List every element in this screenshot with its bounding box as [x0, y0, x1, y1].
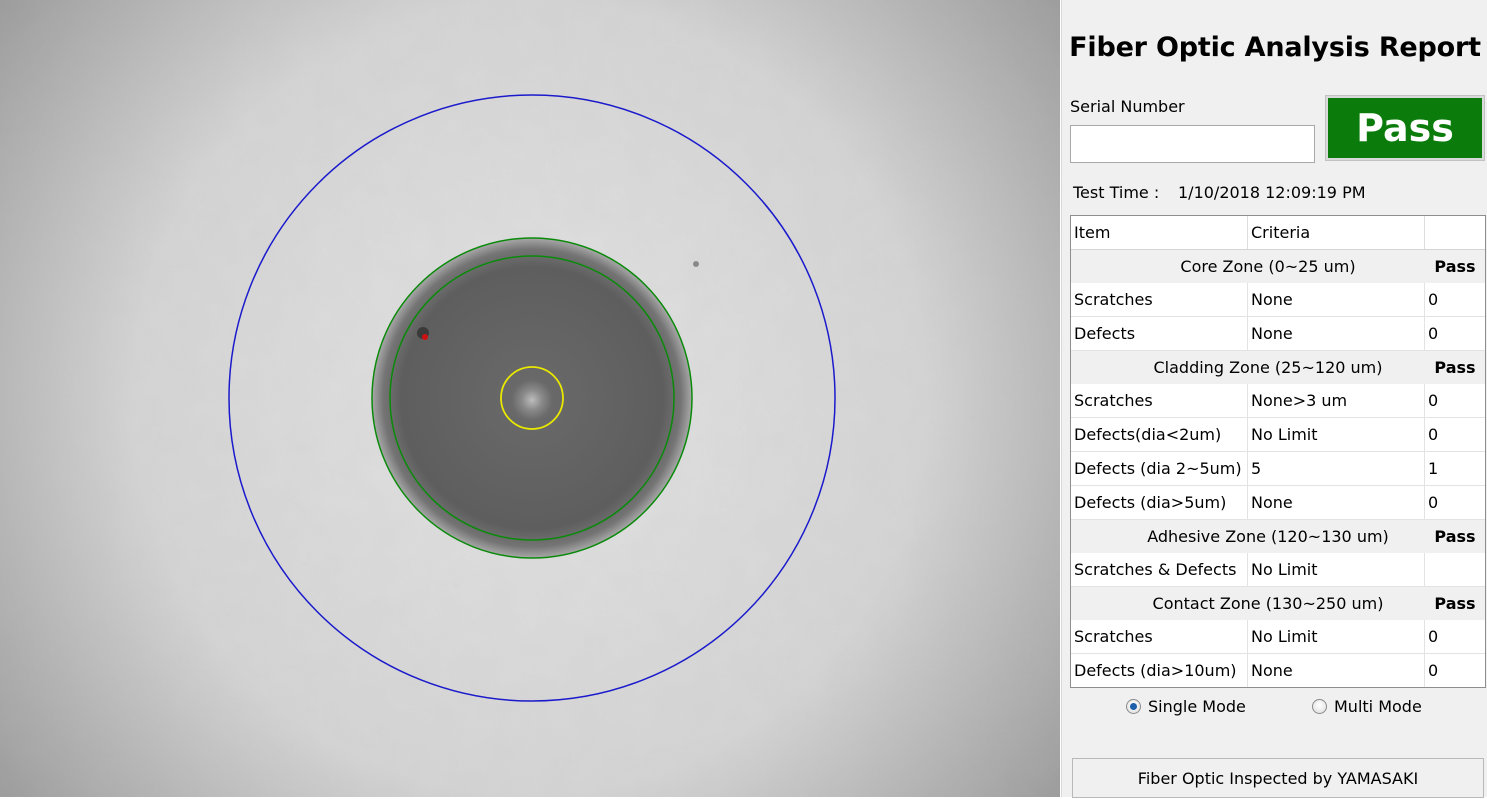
- test-time-label: Test Time :: [1073, 183, 1160, 202]
- table-row: Defects None 0: [1071, 317, 1485, 351]
- table-row: Defects (dia>5um) None 0: [1071, 486, 1485, 520]
- row-item: Defects(dia<2um): [1071, 418, 1248, 451]
- table-row: Scratches None>3 um 0: [1071, 384, 1485, 418]
- row-criteria: None: [1248, 486, 1425, 519]
- zone-row-adhesive: Adhesive Zone (120~130 um) Pass: [1071, 520, 1485, 553]
- single-mode-option[interactable]: Single Mode: [1126, 697, 1246, 716]
- zone-name: Adhesive Zone (120~130 um): [1147, 527, 1389, 546]
- row-criteria: None>3 um: [1248, 384, 1425, 417]
- zone-row-core: Core Zone (0~25 um) Pass: [1071, 250, 1485, 283]
- row-count: 0: [1428, 493, 1439, 512]
- fiber-image-canvas: [0, 0, 1060, 797]
- row-criteria: None: [1248, 283, 1425, 316]
- criteria-table: Item Criteria Core Zone (0~25 um) Pass S…: [1070, 215, 1486, 688]
- row-criteria: 5: [1248, 452, 1425, 485]
- row-count: 0: [1428, 425, 1439, 444]
- multi-mode-option[interactable]: Multi Mode: [1312, 697, 1422, 716]
- row-item: Scratches: [1071, 384, 1248, 417]
- row-criteria: No Limit: [1248, 553, 1425, 586]
- multi-mode-radio[interactable]: [1312, 699, 1327, 714]
- inspector-footer: Fiber Optic Inspected by YAMASAKI: [1072, 758, 1484, 798]
- report-title: Fiber Optic Analysis Report: [1069, 32, 1481, 63]
- row-item: Defects (dia>10um): [1071, 654, 1248, 687]
- table-row: Defects (dia>10um) None 0: [1071, 654, 1485, 687]
- row-criteria: None: [1248, 654, 1425, 687]
- column-header-result: [1425, 216, 1485, 249]
- fiber-end-face-image: [0, 0, 1060, 797]
- row-criteria: No Limit: [1248, 620, 1425, 653]
- row-count: 0: [1428, 324, 1439, 343]
- table-header: Item Criteria: [1071, 216, 1485, 250]
- analysis-report-panel: Fiber Optic Analysis Report Serial Numbe…: [1061, 0, 1487, 798]
- zone-result: Pass: [1434, 257, 1476, 276]
- table-row: Defects (dia 2~5um) 5 1: [1071, 452, 1485, 486]
- row-count: 0: [1428, 391, 1439, 410]
- row-criteria: None: [1248, 317, 1425, 350]
- row-item: Scratches & Defects: [1071, 553, 1248, 586]
- table-row: Scratches None 0: [1071, 283, 1485, 317]
- row-item: Defects (dia 2~5um): [1071, 452, 1248, 485]
- zone-result: Pass: [1434, 527, 1476, 546]
- column-header-criteria: Criteria: [1248, 216, 1425, 249]
- table-row: Scratches No Limit 0: [1071, 620, 1485, 654]
- row-count: 0: [1428, 661, 1439, 680]
- zone-name: Core Zone (0~25 um): [1180, 257, 1356, 276]
- zone-result: Pass: [1434, 358, 1476, 377]
- zone-result: Pass: [1434, 594, 1476, 613]
- zone-name: Contact Zone (130~250 um): [1152, 594, 1384, 613]
- row-count: 0: [1428, 627, 1439, 646]
- row-criteria: No Limit: [1248, 418, 1425, 451]
- row-item: Scratches: [1071, 283, 1248, 316]
- core-region: [510, 378, 554, 422]
- table-row: Defects(dia<2um) No Limit 0: [1071, 418, 1485, 452]
- row-item: Scratches: [1071, 620, 1248, 653]
- multi-mode-label: Multi Mode: [1334, 697, 1422, 716]
- serial-number-label: Serial Number: [1070, 97, 1185, 116]
- table-row: Scratches & Defects No Limit: [1071, 553, 1485, 587]
- row-item: Defects (dia>5um): [1071, 486, 1248, 519]
- defect-marker: [422, 334, 428, 340]
- single-mode-radio[interactable]: [1126, 699, 1141, 714]
- row-count: 0: [1428, 290, 1439, 309]
- test-time-value: 1/10/2018 12:09:19 PM: [1178, 183, 1366, 202]
- column-header-item: Item: [1071, 216, 1248, 249]
- zone-name: Cladding Zone (25~120 um): [1153, 358, 1383, 377]
- overall-status-badge: Pass: [1326, 96, 1484, 160]
- row-count: [1425, 553, 1485, 586]
- zone-row-cladding: Cladding Zone (25~120 um) Pass: [1071, 351, 1485, 384]
- zone-row-contact: Contact Zone (130~250 um) Pass: [1071, 587, 1485, 620]
- serial-number-input[interactable]: [1070, 125, 1315, 163]
- surface-particle: [693, 261, 699, 267]
- row-item: Defects: [1071, 317, 1248, 350]
- single-mode-label: Single Mode: [1148, 697, 1246, 716]
- row-count: 1: [1428, 459, 1439, 478]
